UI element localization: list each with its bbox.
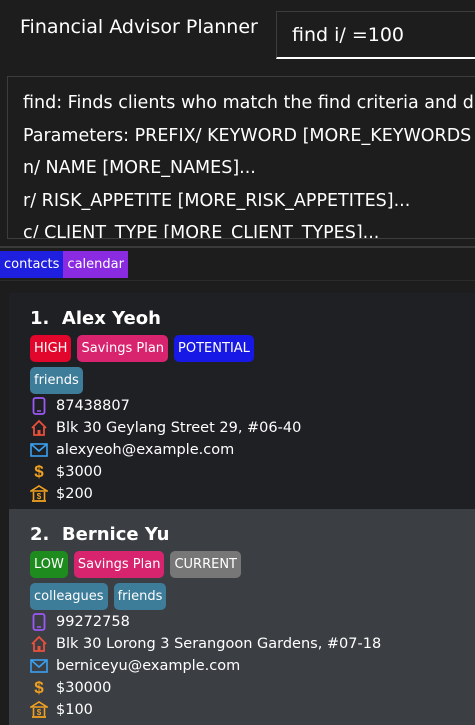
tag-badge: friends [113, 583, 167, 610]
address-text: Blk 30 Geylang Street 29, #06-40 [56, 420, 302, 436]
address-text: Blk 30 Lorong 3 Serangoon Gardens, #07-1… [56, 636, 382, 652]
mail-icon [30, 441, 48, 459]
custom-tags: friends [30, 367, 475, 395]
contact-list[interactable]: 1. Alex Yeoh HIGH Savings Plan POTENTIAL… [9, 293, 475, 725]
phone-icon [30, 397, 48, 415]
tag-badge: colleagues [30, 583, 108, 610]
contact-index: 2. [30, 524, 50, 545]
result-line: find: Finds clients who match the find c… [23, 93, 474, 113]
dollar-icon: $ [34, 678, 44, 697]
email-text: berniceyu@example.com [56, 658, 241, 674]
title-bar: Financial Advisor Planner find i/ =100 [0, 0, 475, 68]
result-line: r/ RISK_APPETITE [MORE_RISK_APPETITES]..… [23, 190, 411, 211]
svg-text:$: $ [37, 708, 42, 717]
bank-icon: $ [30, 701, 48, 719]
contact-name-text: Alex Yeoh [61, 308, 161, 329]
status-tags: LOW Savings Plan CURRENT [30, 551, 475, 579]
phone-row: 99272758 [30, 611, 475, 633]
address-row: Blk 30 Geylang Street 29, #06-40 [30, 417, 475, 439]
contact-name-text: Bernice Yu [61, 524, 170, 545]
phone-icon [30, 613, 48, 631]
custom-tags: colleagues friends [30, 583, 475, 611]
plan-badge: Savings Plan [73, 551, 165, 578]
contact-index: 1. [30, 308, 50, 329]
phone-text: 99272758 [56, 614, 130, 630]
phone-row: 87438807 [30, 395, 475, 417]
app-title: Financial Advisor Planner [20, 16, 258, 38]
status-tags: HIGH Savings Plan POTENTIAL [30, 335, 475, 363]
mail-icon [30, 657, 48, 675]
income-text: $3000 [56, 464, 103, 480]
risk-badge: HIGH [30, 335, 72, 362]
phone-text: 87438807 [56, 398, 130, 414]
svg-text:$: $ [37, 492, 42, 501]
income-row: $ $3000 [30, 461, 475, 483]
result-line: n/ NAME [MORE_NAMES]... [23, 158, 256, 178]
tab-contacts[interactable]: contacts [0, 251, 64, 278]
dollar-icon: $ [34, 462, 44, 481]
contact-card-1[interactable]: 1. Alex Yeoh HIGH Savings Plan POTENTIAL… [9, 293, 475, 509]
income-text: $30000 [56, 680, 112, 696]
result-line: Parameters: PREFIX/ KEYWORD [MORE_KEYWOR… [23, 125, 472, 146]
income-row: $ $30000 [30, 677, 475, 699]
divider [0, 246, 475, 248]
tab-underline [0, 280, 475, 281]
investment-row: $ $100 [30, 699, 475, 721]
tag-badge: friends [30, 367, 83, 394]
investment-text: $200 [56, 486, 93, 502]
email-row: berniceyu@example.com [30, 655, 475, 677]
command-input[interactable]: find i/ =100 [276, 11, 475, 59]
email-text: alexyeoh@example.com [56, 442, 235, 458]
house-icon [30, 635, 48, 653]
investment-text: $100 [56, 702, 93, 718]
contact-name: 2. Bernice Yu [30, 523, 475, 547]
result-line: c/ CLIENT_TYPE [MORE_CLIENT_TYPES]... [23, 223, 380, 239]
client-type-badge: POTENTIAL [174, 335, 254, 362]
contact-name: 1. Alex Yeoh [30, 307, 475, 331]
result-display[interactable]: find: Finds clients who match the find c… [7, 76, 475, 239]
plan-badge: Savings Plan [77, 335, 169, 362]
client-type-badge: CURRENT [170, 551, 241, 578]
contact-card-2[interactable]: 2. Bernice Yu LOW Savings Plan CURRENT c… [9, 509, 475, 725]
house-icon [30, 419, 48, 437]
bank-icon: $ [30, 485, 48, 503]
email-row: alexyeoh@example.com [30, 439, 475, 461]
address-row: Blk 30 Lorong 3 Serangoon Gardens, #07-1… [30, 633, 475, 655]
tab-bar: contacts calendar [0, 251, 128, 278]
tab-calendar[interactable]: calendar [63, 251, 128, 278]
risk-badge: LOW [30, 551, 68, 578]
investment-row: $ $200 [30, 483, 475, 505]
